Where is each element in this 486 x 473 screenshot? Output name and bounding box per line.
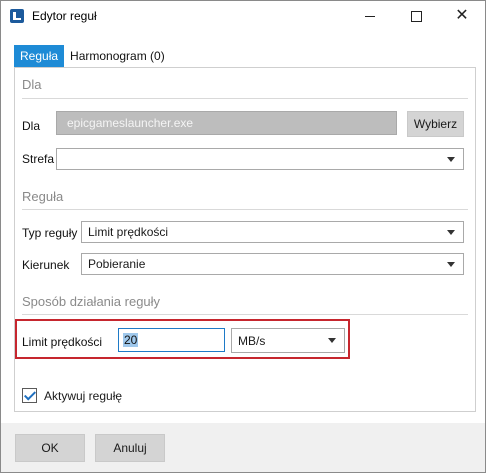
dialog-footer: OK Anuluj [1, 423, 485, 472]
direction-value: Pobieranie [88, 257, 146, 271]
window-title: Edytor reguł [32, 9, 97, 23]
chevron-down-icon [447, 262, 455, 267]
application-path-value: epicgameslauncher.exe [67, 116, 194, 130]
close-icon: ✕ [455, 7, 469, 24]
browse-button[interactable]: Wybierz [407, 111, 464, 137]
rule-type-value: Limit prędkości [88, 225, 169, 239]
rule-type-select[interactable]: Limit prędkości [81, 221, 464, 243]
activate-rule-checkbox[interactable] [22, 388, 37, 403]
zone-select[interactable] [56, 148, 464, 170]
app-icon [10, 9, 24, 23]
section-title-rule: Reguła [22, 189, 64, 204]
chevron-down-icon [447, 230, 455, 235]
direction-label: Kierunek [22, 258, 70, 272]
dla-label: Dla [22, 119, 41, 133]
rule-editor-window: Edytor reguł ✕ Reguła Harmonogram (0) Dl… [0, 0, 486, 473]
section-divider [22, 209, 468, 210]
chevron-down-icon [447, 157, 455, 162]
chevron-down-icon [328, 338, 336, 343]
tab-rule[interactable]: Reguła [14, 45, 65, 67]
ok-button[interactable]: OK [15, 434, 85, 462]
direction-select[interactable]: Pobieranie [81, 253, 464, 275]
cancel-button[interactable]: Anuluj [95, 434, 165, 462]
section-divider [22, 98, 468, 99]
speed-limit-value: 20 [123, 333, 139, 347]
title-bar: Edytor reguł ✕ [1, 1, 485, 31]
minimize-button[interactable] [347, 1, 393, 31]
application-path-field: epicgameslauncher.exe [56, 111, 397, 135]
maximize-button[interactable] [393, 1, 439, 31]
section-title-action: Sposób działania reguły [22, 294, 161, 309]
minimize-icon [365, 15, 375, 17]
close-button[interactable]: ✕ [439, 1, 485, 31]
speed-unit-value: MB/s [238, 333, 266, 348]
speed-limit-input[interactable]: 20 [118, 328, 225, 352]
activate-rule-label: Aktywuj regułę [44, 389, 123, 403]
section-divider [22, 314, 468, 315]
rule-panel: Dla Dla epicgameslauncher.exe Wybierz St… [14, 67, 476, 412]
tab-strip: Reguła Harmonogram (0) [14, 45, 171, 67]
speed-limit-label: Limit prędkości [22, 335, 103, 349]
speed-unit-select[interactable]: MB/s [231, 328, 345, 353]
rule-type-label: Typ reguły [22, 226, 78, 240]
section-title-dla: Dla [22, 77, 42, 92]
tab-schedule[interactable]: Harmonogram (0) [64, 45, 171, 67]
maximize-icon [410, 10, 422, 22]
zone-label: Strefa [22, 152, 55, 166]
